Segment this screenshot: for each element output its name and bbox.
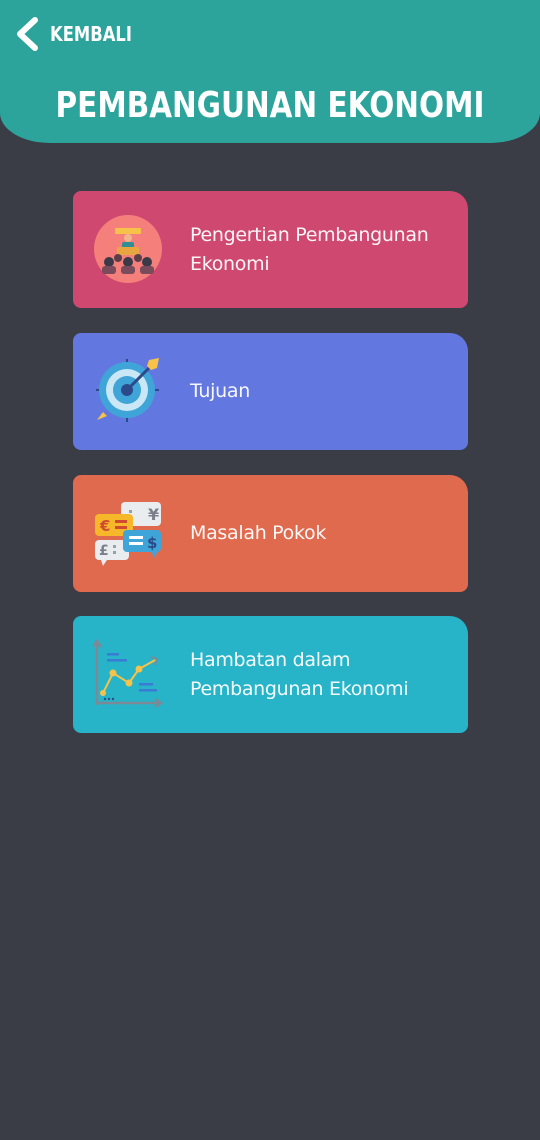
menu-card-tujuan[interactable]: Tujuan [73, 333, 468, 450]
page-title: PEMBANGUNAN EKONOMI [55, 85, 485, 126]
back-button[interactable]: KEMBALI [14, 16, 150, 52]
presentation-audience-icon [94, 215, 162, 283]
menu-card-pengertian[interactable]: Pengertian Pembangunan Ekonomi [73, 191, 468, 308]
svg-text:£: £ [99, 543, 109, 559]
svg-text:$: $ [147, 534, 157, 552]
menu-card-label: Hambatan dalam Pembangunan Ekonomi [190, 648, 409, 700]
svg-text:€: € [99, 517, 110, 535]
app-header: KEMBALI PEMBANGUNAN EKONOMI [0, 0, 540, 143]
currency-chat-icon: ¥ € £ $ [95, 502, 161, 566]
target-dart-icon [96, 358, 159, 422]
chevron-left-icon [17, 17, 38, 51]
growth-chart-icon [93, 639, 163, 709]
svg-text:¥: ¥ [148, 505, 159, 524]
menu-card-hambatan[interactable]: Hambatan dalam Pembangunan Ekonomi [73, 616, 468, 733]
menu-card-label: Masalah Pokok [190, 522, 327, 544]
menu-card-label: Tujuan [190, 380, 250, 402]
menu-card-masalah-pokok[interactable]: ¥ € £ $ Masalah Pokok [73, 475, 468, 592]
back-label: KEMBALI [50, 22, 132, 46]
menu-card-label: Pengertian Pembangunan Ekonomi [190, 223, 429, 275]
